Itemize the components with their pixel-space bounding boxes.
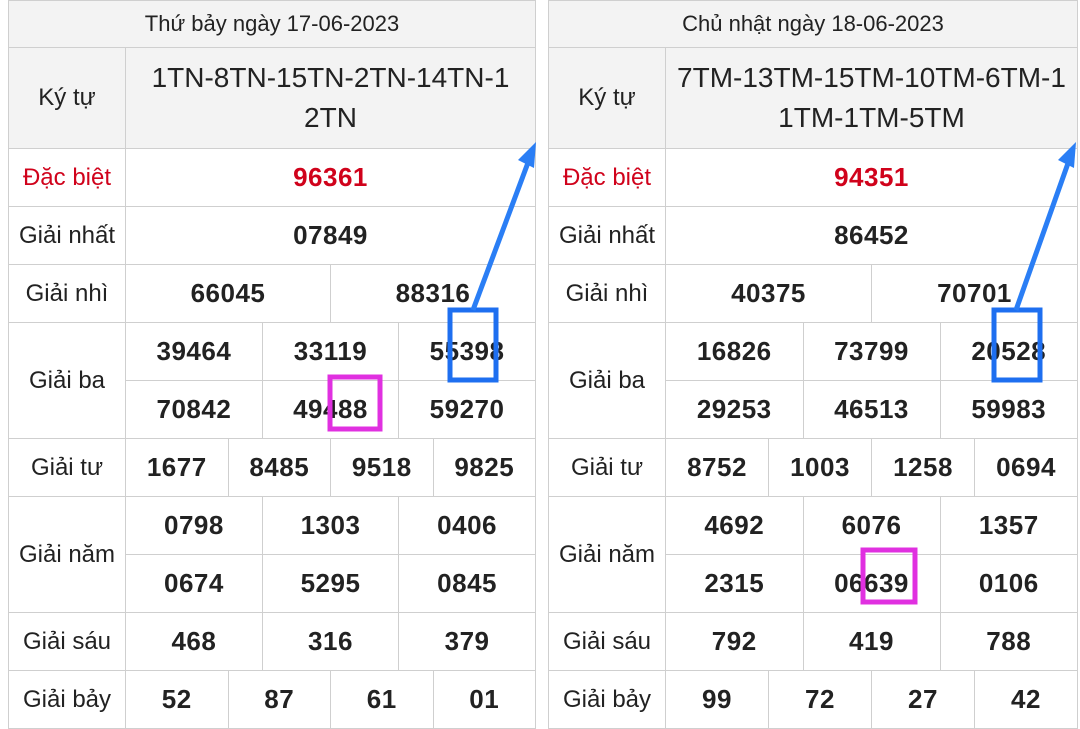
third-prize-value: 39464: [126, 323, 263, 380]
date-header: Chủ nhật ngày 18-06-2023: [548, 0, 1078, 48]
kytu-text: 7TM-13TM-15TM-10TM-6TM-11TM-1TM-5TM: [677, 62, 1066, 133]
fourth-prize-value: 1003: [768, 438, 872, 497]
fifth-prize-value: 4692: [666, 497, 804, 554]
seventh-prize-value: 52: [125, 670, 229, 729]
label-third-prize: Giải ba: [8, 322, 126, 439]
label-kytu: Ký tự: [8, 47, 126, 149]
fifth-prize-value: 06639: [803, 555, 941, 612]
date-header: Thứ bảy ngày 17-06-2023: [8, 0, 536, 48]
fourth-prize-value: 8485: [227, 438, 331, 497]
fifth-prize-value: 2315: [666, 555, 804, 612]
third-prize-value: 73799: [803, 323, 941, 380]
seventh-prize-value: 87: [227, 670, 331, 729]
sixth-prize-value: 792: [666, 613, 804, 670]
label-fourth-prize: Giải tư: [8, 438, 126, 497]
first-prize-value: 86452: [665, 206, 1078, 265]
fifth-prize-value: 6076: [803, 497, 941, 554]
kytu-value: 7TM-13TM-15TM-10TM-6TM-11TM-1TM-5TM: [665, 47, 1078, 149]
seventh-prize-value: 72: [768, 670, 872, 729]
third-prize-value: 59270: [429, 394, 505, 424]
label-sixth-prize: Giải sáu: [8, 612, 126, 671]
fifth-prize-value: 0106: [978, 568, 1039, 598]
third-prize-value: 59983: [971, 394, 1047, 424]
label-fifth-prize: Giải năm: [8, 496, 126, 613]
label-second-prize: Giải nhì: [548, 264, 666, 323]
second-prize-value: 70701: [871, 264, 1078, 323]
sixth-prize-value: 316: [262, 613, 400, 670]
sixth-prize-value: 419: [803, 613, 941, 670]
fifth-prize-value: 5295: [262, 555, 400, 612]
fifth-prize-value: 1357: [978, 510, 1039, 540]
third-prize-value: 20528: [971, 336, 1047, 366]
third-prize-value: 49488: [262, 381, 400, 438]
third-prize-value: 33119: [262, 323, 400, 380]
label-special-prize: Đặc biệt: [8, 148, 126, 207]
fourth-prize-value: 9518: [330, 438, 434, 497]
result-table-left: Thứ bảy ngày 17-06-2023 Ký tự 1TN-8TN-15…: [8, 0, 536, 729]
fifth-prize-value: 0674: [126, 555, 263, 612]
third-prize-value: 29253: [666, 381, 804, 438]
second-prize-value: 66045: [125, 264, 331, 323]
label-sixth-prize: Giải sáu: [548, 612, 666, 671]
first-prize-value: 07849: [125, 206, 536, 265]
label-first-prize: Giải nhất: [548, 206, 666, 265]
fourth-prize-value: 0694: [974, 438, 1078, 497]
kytu-value: 1TN-8TN-15TN-2TN-14TN-12TN: [125, 47, 536, 149]
label-fifth-prize: Giải năm: [548, 496, 666, 613]
fifth-prize-value: 0798: [126, 497, 263, 554]
fifth-prize-value: 0845: [437, 568, 497, 598]
sixth-prize-value: 788: [986, 626, 1032, 656]
kytu-text: 1TN-8TN-15TN-2TN-14TN-12TN: [151, 62, 510, 133]
fourth-prize-value: 1258: [871, 438, 975, 497]
second-prize-value: 88316: [330, 264, 536, 323]
seventh-prize-value: 61: [330, 670, 434, 729]
third-prize-value: 55398: [429, 336, 505, 366]
sixth-prize-value: 468: [126, 613, 263, 670]
lottery-table: Chủ nhật ngày 18-06-2023 Ký tự 7TM-13TM-…: [548, 0, 1078, 729]
fifth-prize-value: 0406: [437, 510, 497, 540]
seventh-prize-value: 27: [871, 670, 975, 729]
label-third-prize: Giải ba: [548, 322, 666, 439]
third-prize-value: 16826: [666, 323, 804, 380]
seventh-prize-value: 01: [432, 670, 536, 729]
fourth-prize-value: 1677: [125, 438, 229, 497]
third-prize-value: 46513: [803, 381, 941, 438]
second-prize-value: 40375: [665, 264, 872, 323]
special-prize-value: 96361: [125, 148, 536, 207]
fourth-prize-value: 8752: [665, 438, 769, 497]
sixth-prize-value: 379: [444, 626, 490, 656]
label-fourth-prize: Giải tư: [548, 438, 666, 497]
special-prize-value: 94351: [665, 148, 1078, 207]
label-seventh-prize: Giải bảy: [8, 670, 126, 729]
third-prize-value: 70842: [126, 381, 263, 438]
seventh-prize-value: 42: [974, 670, 1078, 729]
lottery-table: Thứ bảy ngày 17-06-2023 Ký tự 1TN-8TN-15…: [8, 0, 536, 729]
label-special-prize: Đặc biệt: [548, 148, 666, 207]
label-seventh-prize: Giải bảy: [548, 670, 666, 729]
fifth-prize-value: 1303: [262, 497, 400, 554]
label-second-prize: Giải nhì: [8, 264, 126, 323]
result-table-right: Chủ nhật ngày 18-06-2023 Ký tự 7TM-13TM-…: [548, 0, 1078, 729]
label-kytu: Ký tự: [548, 47, 666, 149]
label-first-prize: Giải nhất: [8, 206, 126, 265]
fourth-prize-value: 9825: [432, 438, 536, 497]
seventh-prize-value: 99: [665, 670, 769, 729]
